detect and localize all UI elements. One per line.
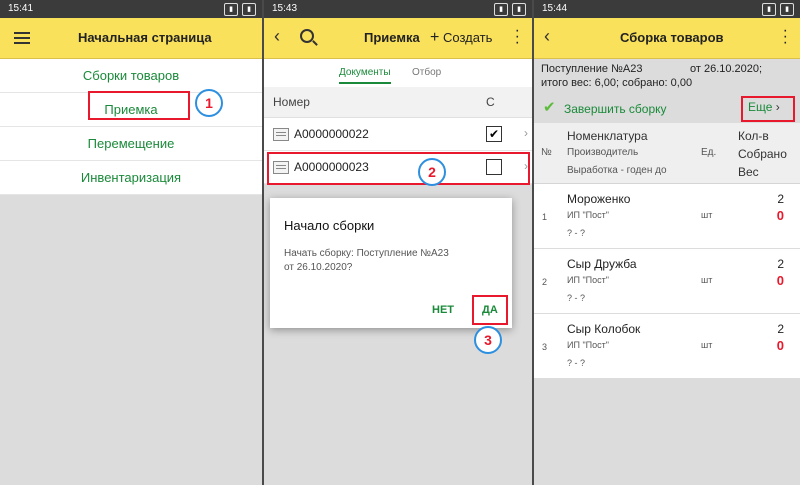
item-collected: 0 [776, 208, 784, 223]
item-name: Мороженко [567, 192, 631, 206]
col-unit: Ед. [701, 147, 717, 158]
status-bar: 15:44 ▮ ▮ [534, 0, 800, 18]
table-row[interactable]: А0000000022 ✔ › [264, 118, 532, 151]
app-bar: ‹ Сборка товаров · · · [534, 18, 800, 59]
back-icon[interactable]: ‹ [274, 26, 280, 47]
back-icon[interactable]: ‹ [544, 26, 550, 47]
screen-receiving: 15:43 ▮ ▮ ‹ Приемка + Создать · · · Докумен… [264, 0, 532, 485]
item-name: Сыр Колобок [567, 322, 641, 336]
col-producer: Производитель [567, 147, 639, 158]
dialog-text-line2: от 26.10.2020? [284, 262, 353, 273]
no-button[interactable]: НЕТ [432, 304, 454, 316]
more-vert-icon[interactable]: · · · [515, 23, 520, 51]
finish-assembly-button[interactable]: Завершить сборку [564, 102, 667, 116]
screen-home: 15:41 ▮ ▮ Начальная страница Сборки товар… [0, 0, 262, 485]
item-index: 1 [542, 212, 548, 222]
search-icon-handle [312, 40, 318, 46]
create-button[interactable]: + Создать [430, 18, 492, 58]
item-index: 2 [542, 277, 548, 287]
dialog-title: Начало сборки [284, 218, 375, 233]
item-qty: 2 [777, 322, 784, 336]
step-badge-1: 1 [195, 89, 223, 117]
step-badge-3: 3 [474, 326, 502, 354]
row-number: А0000000022 [294, 127, 369, 141]
battery-icon: ▮ [512, 3, 526, 16]
col-qty: Кол-в [738, 129, 769, 143]
table-header: Номер С [264, 87, 532, 118]
list-item[interactable]: 2 Сыр Дружба ИП "Пост" ? - ? шт 2 0 [534, 249, 800, 314]
chevron-right-icon: › [524, 126, 528, 140]
item-dates: ? - ? [567, 358, 586, 368]
item-unit: шт [701, 340, 713, 350]
table-header: № Номенклатура Производитель Выработка -… [534, 123, 800, 184]
list-item[interactable]: 1 Мороженко ИП "Пост" ? - ? шт 2 0 [534, 184, 800, 249]
info-weight: итого вес: 6,00; собрано: 0,00 [541, 77, 693, 89]
col-nomenclature: Номенклатура [567, 129, 648, 143]
document-info: Поступление №А23 от 26.10.2020; итого ве… [534, 59, 800, 95]
info-doc: Поступление №А23 [541, 63, 643, 75]
highlight-more [741, 96, 795, 122]
checkmark-icon: ✔ [543, 99, 556, 116]
menu-item-transfer[interactable]: Перемещение [0, 127, 262, 161]
document-icon [273, 128, 289, 141]
menu-item-inventory[interactable]: Инвентаризация [0, 161, 262, 195]
col-num: № [541, 147, 552, 158]
menu-icon[interactable] [14, 29, 30, 47]
status-bar: 15:41 ▮ ▮ [0, 0, 262, 18]
app-bar: ‹ Приемка + Создать · · · [264, 18, 532, 59]
battery-icon: ▮ [242, 3, 256, 16]
sim-icon: ▮ [762, 3, 776, 16]
page-title: Приемка [364, 30, 420, 45]
step-badge-2: 2 [418, 158, 446, 186]
more-vert-icon[interactable]: · · · [783, 23, 788, 51]
item-unit: шт [701, 275, 713, 285]
item-unit: шт [701, 210, 713, 220]
menu-item-assemblies[interactable]: Сборки товаров [0, 59, 262, 93]
col-c: С [486, 95, 495, 109]
item-dates: ? - ? [567, 228, 586, 238]
sim-icon: ▮ [494, 3, 508, 16]
item-name: Сыр Дружба [567, 257, 637, 271]
main-menu: Сборки товаров Приемка Перемещение Инвен… [0, 59, 262, 195]
battery-icon: ▮ [780, 3, 794, 16]
highlight-receiving [88, 91, 190, 120]
status-time: 15:41 [8, 3, 34, 14]
item-producer: ИП "Пост" [567, 210, 609, 220]
screen-assembly: 15:44 ▮ ▮ ‹ Сборка товаров · · · Поступлени… [534, 0, 800, 485]
list-item[interactable]: 3 Сыр Колобок ИП "Пост" ? - ? шт 2 0 [534, 314, 800, 379]
col-number: Номер [273, 95, 310, 109]
item-dates: ? - ? [567, 293, 586, 303]
item-collected: 0 [776, 273, 784, 288]
item-producer: ИП "Пост" [567, 340, 609, 350]
sim-icon: ▮ [224, 3, 238, 16]
item-collected: 0 [776, 338, 784, 353]
status-time: 15:44 [542, 3, 568, 14]
status-bar: 15:43 ▮ ▮ [264, 0, 532, 18]
highlight-yes [472, 295, 508, 325]
tab-documents[interactable]: Документы [339, 67, 391, 84]
item-producer: ИП "Пост" [567, 275, 609, 285]
item-qty: 2 [777, 257, 784, 271]
checkbox-checked[interactable]: ✔ [486, 126, 502, 142]
info-date: от 26.10.2020; [690, 63, 763, 75]
col-weight: Вес [738, 165, 759, 179]
plus-icon: + [430, 29, 440, 46]
item-index: 3 [542, 342, 548, 352]
col-output: Выработка - годен до [567, 165, 667, 176]
create-label: Создать [442, 30, 493, 45]
app-bar: Начальная страница [0, 18, 262, 59]
highlight-row [267, 152, 530, 185]
item-qty: 2 [777, 192, 784, 206]
dialog-text-line1: Начать сборку: Поступление №А23 [284, 248, 449, 259]
status-time: 15:43 [272, 3, 298, 14]
tab-selection[interactable]: Отбор [412, 67, 441, 78]
tab-bar: Документы Отбор [264, 59, 532, 87]
page-title: Сборка товаров [620, 30, 724, 45]
page-title: Начальная страница [78, 30, 212, 45]
col-collected: Собрано [738, 147, 787, 161]
